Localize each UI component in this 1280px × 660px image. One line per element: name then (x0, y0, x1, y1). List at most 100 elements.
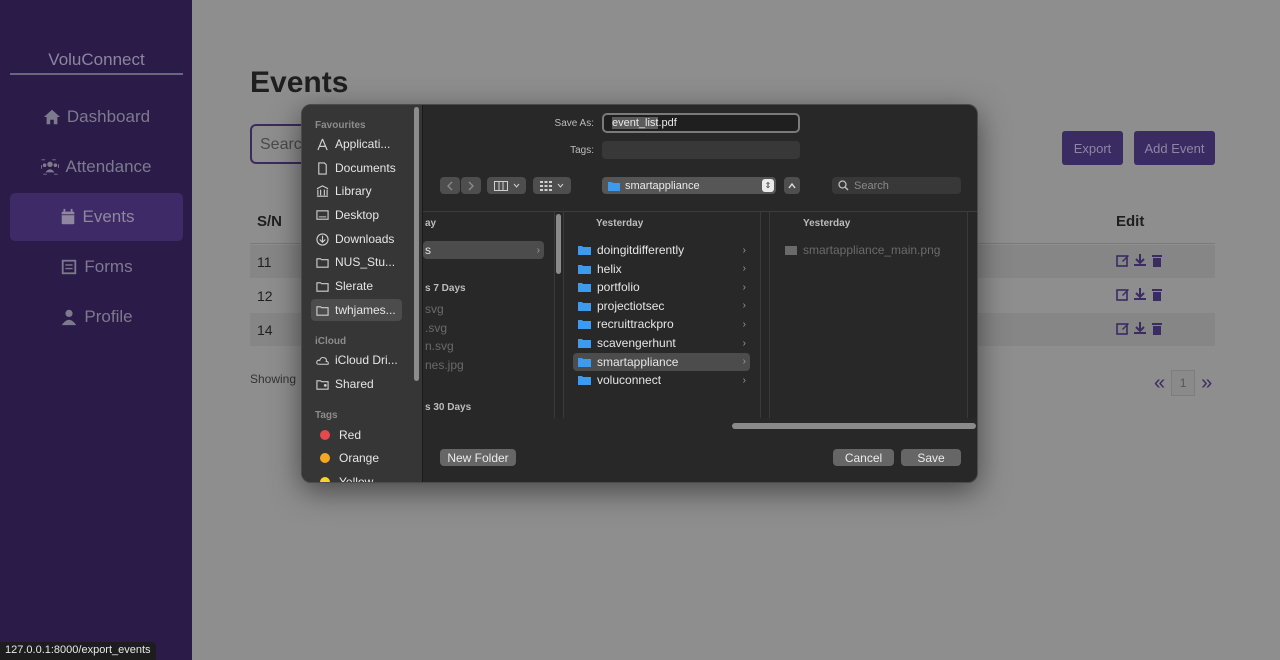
folder-label: voluconnect (597, 373, 662, 388)
sidebar-item-slerate[interactable]: Slerate (311, 275, 402, 297)
sidebar-item-label: iCloud Dri... (335, 353, 398, 367)
folder-label: doingitdifferently (597, 243, 685, 257)
chevron-right-icon: › (742, 318, 746, 330)
nav-forms-label: Forms (84, 257, 133, 276)
folder-item-projectiotsec[interactable]: projectiotsec › (573, 297, 750, 315)
location-label: smartappliance (625, 179, 700, 192)
sidebar-item-library[interactable]: Library (311, 180, 402, 202)
folder-item-voluconnect[interactable]: voluconnect › (573, 371, 750, 389)
view-grid-button[interactable] (533, 177, 571, 194)
sidebar-item-nus[interactable]: NUS_Stu... (311, 251, 402, 273)
nav-attendance[interactable]: Attendance (10, 143, 183, 191)
column-header-edit: Edit (1116, 213, 1145, 230)
sidebar-item-documents[interactable]: Documents (311, 157, 402, 179)
sidebar-item-label: Documents (335, 161, 396, 175)
trash-icon[interactable] (1150, 321, 1164, 335)
nav-events-label: Events (82, 207, 135, 226)
red-tag-icon (320, 430, 330, 440)
sidebar-item-shared[interactable]: Shared (311, 373, 402, 395)
export-button[interactable]: Export (1062, 131, 1123, 165)
page-number-button[interactable]: 1 (1171, 370, 1196, 396)
column-1-selected-item[interactable]: s › (423, 241, 544, 259)
folder-item-recruittrackpro[interactable]: recruittrackpro › (573, 315, 750, 333)
list-item[interactable]: nes.jpg (425, 356, 464, 374)
folder-item-smartappliance[interactable]: smartappliance › (573, 352, 750, 371)
chevron-right-icon: › (742, 244, 746, 256)
nav-forms[interactable]: Forms (10, 243, 183, 291)
folder-icon (316, 281, 329, 292)
folder-label: smartappliance (597, 354, 679, 369)
sidebar-item-applications[interactable]: Applicati... (311, 133, 402, 155)
folder-item-doingitdifferently[interactable]: doingitdifferently › (573, 241, 750, 259)
sidebar-item-label: Yellow (339, 475, 374, 483)
sidebar-item-label: Slerate (335, 279, 374, 293)
download-icon[interactable] (1133, 321, 1147, 335)
folder-item-scavengerhunt[interactable]: scavengerhunt › (573, 334, 750, 352)
edit-icon[interactable] (1116, 321, 1130, 335)
row-sn: 12 (257, 288, 273, 304)
column-1-scrollbar[interactable] (556, 214, 561, 274)
trash-icon[interactable] (1150, 253, 1164, 267)
item-label: s (425, 243, 431, 257)
save-button[interactable]: Save (901, 449, 961, 466)
forward-button[interactable] (461, 177, 481, 194)
trash-icon[interactable] (1150, 287, 1164, 301)
sidebar-item-label: twhjames... (335, 303, 396, 317)
edit-icon[interactable] (1116, 253, 1130, 267)
column-resize-handle[interactable] (967, 212, 977, 418)
folder-icon (608, 181, 620, 191)
view-columns-button[interactable] (487, 177, 526, 194)
sidebar-tag-red[interactable]: Red (311, 424, 402, 446)
next-page-button[interactable]: » (1201, 372, 1212, 395)
add-event-button[interactable]: Add Event (1134, 131, 1215, 165)
folder-icon (578, 264, 591, 274)
sidebar-item-downloads[interactable]: Downloads (311, 228, 402, 250)
expand-collapse-button[interactable] (784, 177, 800, 194)
search-icon (838, 180, 849, 191)
nav-profile-label: Profile (84, 307, 133, 326)
dialog-search-input[interactable]: Search (832, 177, 961, 194)
save-as-input[interactable]: event_list.pdf (602, 113, 800, 133)
stepper-icon: ⇕ (762, 179, 774, 192)
new-folder-button[interactable]: New Folder (440, 449, 516, 466)
list-item[interactable]: .svg (425, 319, 447, 337)
nav-dashboard[interactable]: Dashboard (10, 93, 183, 141)
edit-icon[interactable] (1116, 287, 1130, 301)
list-item[interactable]: svg (425, 300, 444, 318)
cancel-button[interactable]: Cancel (833, 449, 894, 466)
forms-icon (62, 259, 77, 275)
nav-events[interactable]: Events (10, 193, 183, 241)
sidebar-scrollbar[interactable] (414, 107, 419, 381)
file-item[interactable]: smartappliance_main.png (785, 241, 940, 259)
downloads-icon (316, 232, 329, 246)
sidebar-item-desktop[interactable]: Desktop (311, 204, 402, 226)
sidebar-tag-orange[interactable]: Orange (311, 447, 402, 469)
folder-icon (578, 320, 591, 330)
list-item[interactable]: n.svg (425, 337, 454, 355)
back-button[interactable] (440, 177, 460, 194)
nav-attendance-label: Attendance (65, 157, 152, 176)
folder-icon (578, 339, 591, 348)
showing-text: Showing (250, 372, 297, 386)
save-dialog: Favourites Applicati... Documents Librar… (301, 104, 978, 483)
column-resize-handle[interactable] (760, 212, 770, 418)
chevron-down-icon (557, 183, 564, 188)
horizontal-scrollbar[interactable] (732, 423, 976, 429)
location-popup[interactable]: smartappliance ⇕ (602, 177, 776, 194)
chevron-right-icon: › (742, 337, 746, 349)
grid-view-icon (540, 180, 552, 191)
prev-page-button[interactable]: « (1154, 372, 1165, 395)
sidebar-tag-yellow[interactable]: Yellow (311, 471, 402, 483)
chevron-right-icon: › (536, 244, 540, 256)
download-icon[interactable] (1133, 287, 1147, 301)
folder-item-portfolio[interactable]: portfolio › (573, 278, 750, 296)
row-sn: 14 (257, 322, 273, 338)
sidebar-item-twhjames[interactable]: twhjames... (311, 299, 402, 321)
column-2-header: Yesterday (596, 218, 644, 229)
sidebar-item-icloud-drive[interactable]: iCloud Dri... (311, 349, 402, 371)
nav-dashboard-label: Dashboard (66, 107, 151, 126)
nav-profile[interactable]: Profile (10, 293, 183, 341)
download-icon[interactable] (1133, 253, 1147, 267)
tags-input[interactable] (602, 141, 800, 159)
folder-item-helix[interactable]: helix › (573, 260, 750, 278)
